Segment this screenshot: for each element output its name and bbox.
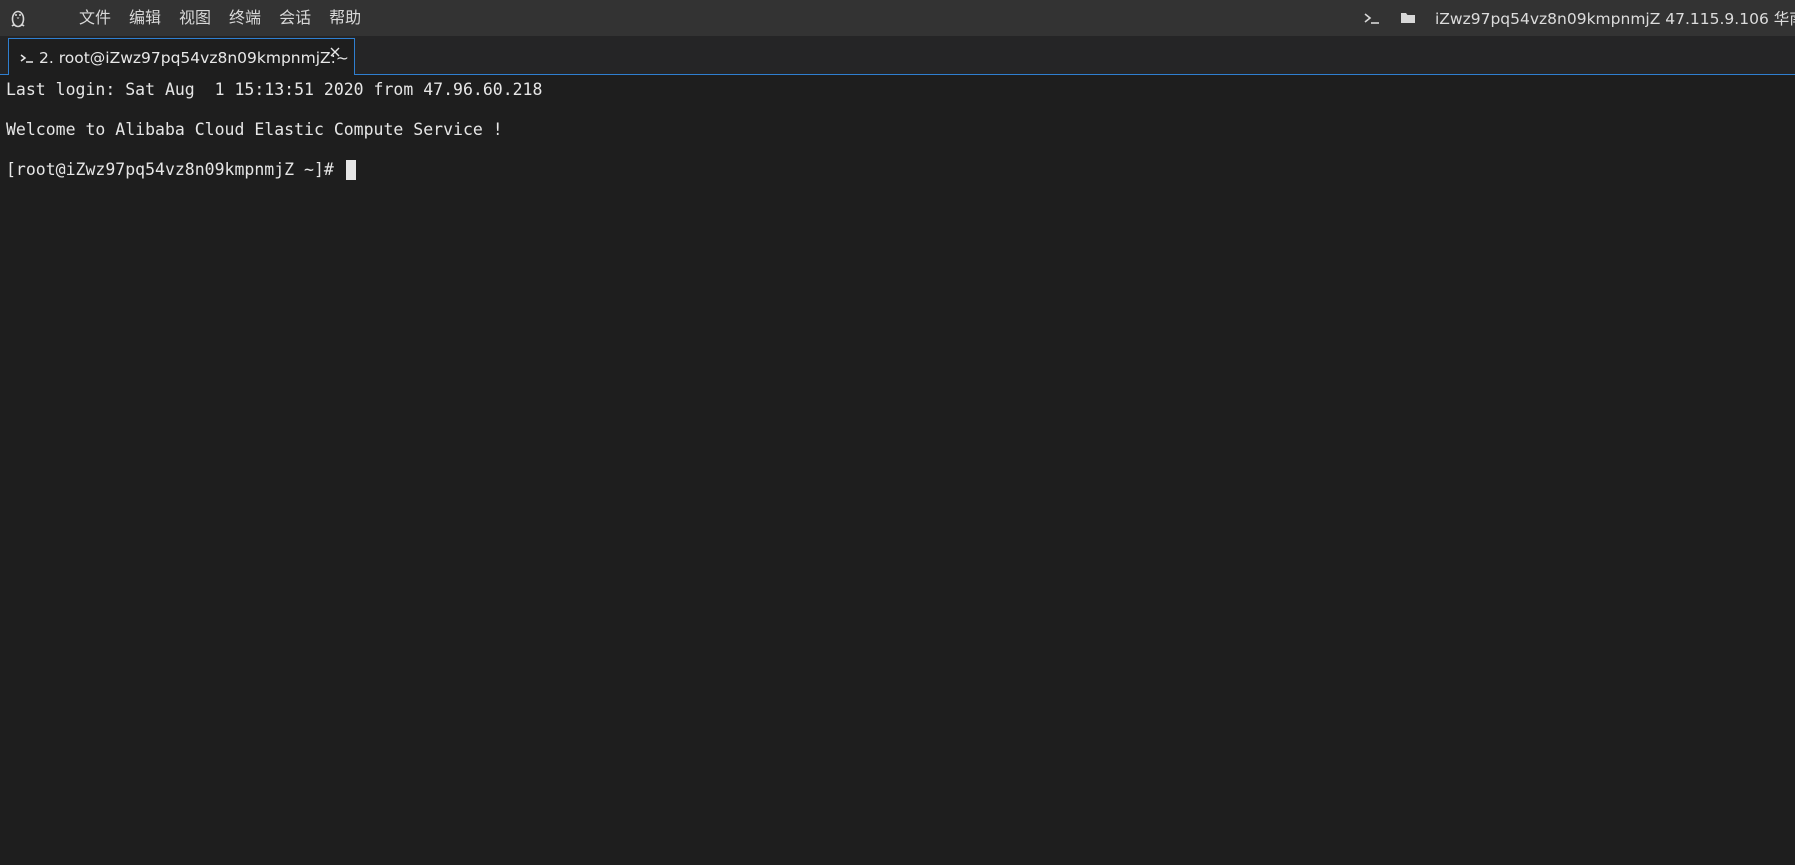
terminal-line: Last login: Sat Aug 1 15:13:51 2020 from… — [6, 80, 543, 99]
terminal-app-window: 文件 编辑 视图 终端 会话 帮助 iZwz97pq54vz8n09kmpnmj… — [0, 0, 1795, 865]
linux-penguin-icon — [8, 7, 28, 29]
tab-bar: 2. root@iZwz97pq54vz8n09kmpnmjZ:~ — [0, 36, 1795, 76]
menu-file[interactable]: 文件 — [70, 0, 120, 36]
menu-terminal[interactable]: 终端 — [220, 0, 270, 36]
folder-icon[interactable] — [1395, 0, 1421, 36]
terminal-line: Welcome to Alibaba Cloud Elastic Compute… — [6, 120, 503, 139]
main-menu: 文件 编辑 视图 终端 会话 帮助 — [70, 0, 370, 36]
menu-edit[interactable]: 编辑 — [120, 0, 170, 36]
menubar-right-tools: iZwz97pq54vz8n09kmpnmjZ 47.115.9.106 华南1… — [1359, 0, 1795, 36]
tab-label: 2. root@iZwz97pq54vz8n09kmpnmjZ:~ — [39, 48, 349, 67]
close-icon[interactable] — [328, 45, 342, 59]
menu-session[interactable]: 会话 — [270, 0, 320, 36]
session-info: iZwz97pq54vz8n09kmpnmjZ 47.115.9.106 华南1… — [1435, 10, 1795, 28]
menu-view[interactable]: 视图 — [170, 0, 220, 36]
tab-session-2[interactable]: 2. root@iZwz97pq54vz8n09kmpnmjZ:~ — [8, 38, 355, 76]
terminal-output[interactable]: Last login: Sat Aug 1 15:13:51 2020 from… — [0, 75, 1795, 865]
text-cursor — [345, 160, 356, 180]
menu-help[interactable]: 帮助 — [320, 0, 370, 36]
terminal-prompt-icon[interactable] — [1359, 0, 1385, 36]
terminal-prompt-line: [root@iZwz97pq54vz8n09kmpnmjZ ~]# — [6, 160, 356, 180]
menu-bar: 文件 编辑 视图 终端 会话 帮助 iZwz97pq54vz8n09kmpnmj… — [0, 0, 1795, 36]
terminal-prompt-icon — [19, 50, 35, 66]
shell-prompt: [root@iZwz97pq54vz8n09kmpnmjZ ~]# — [6, 160, 344, 179]
